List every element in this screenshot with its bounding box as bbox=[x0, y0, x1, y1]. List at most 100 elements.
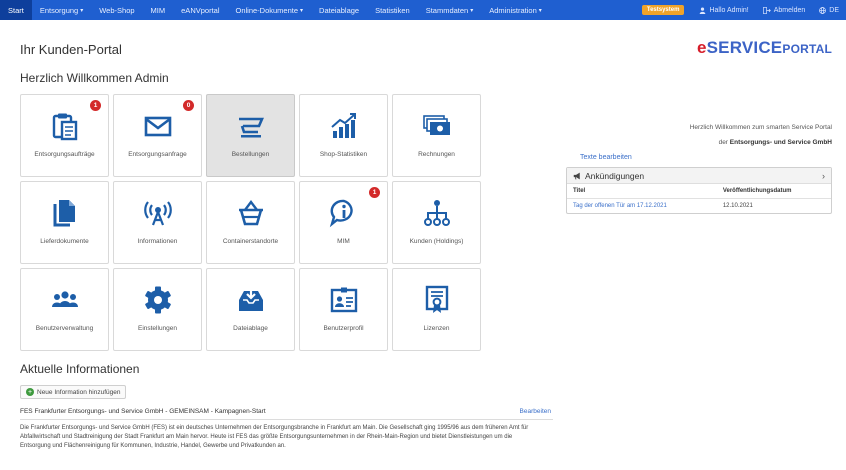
tile-label: Benutzerprofil bbox=[323, 325, 364, 332]
tile-benutzerprofil[interactable]: Benutzerprofil bbox=[299, 268, 388, 351]
tile-label: Lizenzen bbox=[423, 325, 450, 332]
tile-entsorgungsanfrage[interactable]: 0 Entsorgungsanfrage bbox=[113, 94, 202, 177]
caret-down-icon: ▾ bbox=[80, 7, 84, 14]
language-switch[interactable]: DE bbox=[812, 7, 846, 14]
nav-label: Online-Dokumente bbox=[235, 5, 299, 15]
column-header-title: Titel bbox=[567, 184, 717, 199]
gear-icon bbox=[143, 281, 173, 319]
nav-start[interactable]: Start bbox=[0, 0, 32, 20]
tile-einstellungen[interactable]: Einstellungen bbox=[113, 268, 202, 351]
portal-greeting-line2: der Entsorgungs- und Service GmbH bbox=[719, 139, 832, 146]
tile-label: Dateiablage bbox=[233, 325, 268, 332]
welcome-heading: Herzlich Willkommen Admin bbox=[20, 71, 169, 85]
news-item-header: FES Frankfurter Entsorgungs- und Service… bbox=[20, 404, 553, 420]
user-icon bbox=[700, 6, 706, 14]
current-info-heading: Aktuelle Informationen bbox=[20, 362, 140, 376]
notification-badge: 1 bbox=[90, 100, 101, 111]
envelope-icon bbox=[143, 107, 173, 145]
announcement-title-link[interactable]: Tag der offenen Tür am 17.12.2021 bbox=[567, 199, 717, 214]
nav-label: Start bbox=[8, 5, 24, 15]
tile-informationen[interactable]: Informationen bbox=[113, 181, 202, 264]
tile-label: Lieferdokumente bbox=[40, 238, 89, 245]
hierarchy-network-icon bbox=[422, 194, 452, 232]
tile-bestellungen[interactable]: Bestellungen bbox=[206, 94, 295, 177]
tile-label: Bestellungen bbox=[231, 151, 270, 158]
tile-label: MIM bbox=[337, 238, 350, 245]
news-edit-link[interactable]: Bearbeiten bbox=[520, 408, 551, 415]
portal-greeting-line1: Herzlich Willkommen zum smarten Service … bbox=[689, 124, 832, 131]
tile-benutzerverwaltung[interactable]: Benutzerverwaltung bbox=[20, 268, 109, 351]
edit-texts-link[interactable]: Texte bearbeiten bbox=[580, 154, 632, 161]
logo-e: e bbox=[696, 38, 707, 57]
tile-label: Kunden (Holdings) bbox=[409, 238, 464, 245]
test-system-badge: Testsystem bbox=[641, 5, 685, 15]
download-tray-icon bbox=[236, 281, 266, 319]
users-group-icon bbox=[50, 281, 80, 319]
announcements-panel: Ankündigungen › Titel Veröffentlichungsd… bbox=[566, 167, 832, 214]
documents-icon bbox=[50, 194, 80, 232]
announcements-header[interactable]: Ankündigungen › bbox=[567, 168, 831, 184]
plus-circle-icon: + bbox=[26, 388, 34, 396]
tile-mim[interactable]: 1 MIM bbox=[299, 181, 388, 264]
nav-entsorgung[interactable]: Entsorgung ▾ bbox=[32, 0, 91, 20]
tile-kunden-holdings[interactable]: Kunden (Holdings) bbox=[392, 181, 481, 264]
bar-chart-trend-icon bbox=[329, 107, 359, 145]
table-row[interactable]: Tag der offenen Tür am 17.12.2021 12.10.… bbox=[567, 199, 831, 214]
tile-lizenzen[interactable]: Lizenzen bbox=[392, 268, 481, 351]
nav-mim[interactable]: MIM bbox=[143, 0, 174, 20]
tile-dateiablage[interactable]: Dateiablage bbox=[206, 268, 295, 351]
logout-link[interactable]: Abmelden bbox=[756, 7, 813, 14]
tile-rechnungen[interactable]: Rechnungen bbox=[392, 94, 481, 177]
tile-label: Entsorgungsanfrage bbox=[128, 151, 187, 158]
tile-label: Benutzerverwaltung bbox=[35, 325, 94, 332]
top-navbar: Start Entsorgung ▾ Web-Shop MIM eANVporta… bbox=[0, 0, 846, 20]
tile-entsorgungsauftraege[interactable]: 1 Entsorgungsaufträge bbox=[20, 94, 109, 177]
logout-icon bbox=[762, 6, 771, 14]
nav-label: MIM bbox=[150, 5, 166, 15]
nav-online-dokumente[interactable]: Online-Dokumente ▾ bbox=[228, 0, 312, 20]
user-greeting: Hallo Admin! bbox=[709, 6, 749, 14]
news-title: FES Frankfurter Entsorgungs- und Service… bbox=[20, 408, 266, 415]
shopping-cart-icon bbox=[236, 107, 266, 145]
container-basket-icon bbox=[236, 194, 266, 232]
tile-lieferdokumente[interactable]: Lieferdokumente bbox=[20, 181, 109, 264]
table-header-row: Titel Veröffentlichungsdatum bbox=[567, 184, 831, 199]
broadcast-antenna-icon bbox=[143, 194, 173, 232]
caret-down-icon: ▾ bbox=[538, 7, 542, 14]
nav-label: Web-Shop bbox=[99, 5, 135, 15]
nav-statistiken[interactable]: Statistiken bbox=[367, 0, 418, 20]
tiles-grid: 1 Entsorgungsaufträge 0 Entsorgungsanfra… bbox=[20, 94, 483, 351]
logout-label: Abmelden bbox=[773, 6, 806, 14]
nav-dateiablage[interactable]: Dateiablage bbox=[311, 0, 367, 20]
caret-down-icon: ▾ bbox=[470, 7, 474, 14]
user-menu[interactable]: Hallo Admin! bbox=[692, 7, 755, 14]
add-information-button[interactable]: + Neue Information hinzufügen bbox=[20, 385, 127, 399]
tile-label: Informationen bbox=[137, 238, 178, 245]
announcements-table: Titel Veröffentlichungsdatum Tag der off… bbox=[567, 184, 831, 213]
nav-label: Stammdaten bbox=[425, 5, 469, 15]
id-card-icon bbox=[329, 281, 359, 319]
announcement-date: 12.10.2021 bbox=[722, 203, 753, 209]
nav-label: eANVportal bbox=[181, 5, 220, 15]
caret-down-icon: ▾ bbox=[300, 7, 304, 14]
tile-label: Entsorgungsaufträge bbox=[34, 151, 95, 158]
nav-label: Entsorgung bbox=[39, 5, 79, 15]
tile-containerstandorte[interactable]: Containerstandorte bbox=[206, 181, 295, 264]
announcements-title: Ankündigungen bbox=[585, 170, 645, 181]
nav-eanvportal[interactable]: eANVportal bbox=[173, 0, 227, 20]
money-bills-icon bbox=[422, 107, 452, 145]
megaphone-icon bbox=[573, 172, 580, 180]
tile-shop-statistiken[interactable]: Shop-Statistiken bbox=[299, 94, 388, 177]
eservice-portal-logo: eSERVICEPORTAL bbox=[697, 38, 832, 58]
chevron-right-icon[interactable]: › bbox=[822, 171, 825, 181]
notification-badge: 1 bbox=[369, 187, 380, 198]
nav-web-shop[interactable]: Web-Shop bbox=[91, 0, 142, 20]
nav-right: Testsystem Hallo Admin! Abmelden DE bbox=[641, 0, 846, 20]
nav-stammdaten[interactable]: Stammdaten ▾ bbox=[418, 0, 482, 20]
logo-portal: PORTAL bbox=[782, 42, 832, 56]
tile-label: Shop-Statistiken bbox=[319, 151, 368, 158]
nav-administration[interactable]: Administration ▾ bbox=[481, 0, 550, 20]
clipboard-document-icon bbox=[50, 107, 80, 145]
certificate-icon bbox=[422, 281, 452, 319]
tile-label: Rechnungen bbox=[418, 151, 455, 158]
